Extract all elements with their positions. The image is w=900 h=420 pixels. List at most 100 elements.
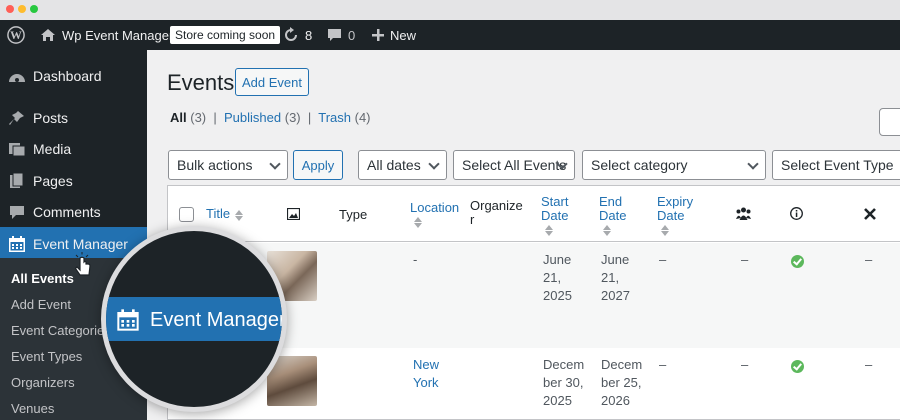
- filter-trash-link[interactable]: Trash: [318, 110, 351, 125]
- search-input[interactable]: [879, 108, 900, 136]
- plus-icon: [372, 29, 384, 41]
- chevron-down-icon: [428, 158, 440, 170]
- filter-separator: |: [209, 110, 221, 125]
- svg-text:W: W: [10, 29, 22, 42]
- sidebar-item-label: Event Manager: [33, 236, 128, 252]
- new-label: New: [390, 27, 417, 43]
- sort-icon: [661, 225, 707, 236]
- add-event-button[interactable]: Add Event: [235, 68, 309, 96]
- event-type-filter-value: Select Event Type: [781, 157, 894, 173]
- submenu-add-event[interactable]: Add Event: [11, 297, 71, 312]
- date-filter-value: All dates: [367, 157, 421, 173]
- wordpress-logo-button[interactable]: W: [7, 20, 25, 50]
- event-type-filter-select[interactable]: Select Event Type: [772, 150, 900, 180]
- home-icon: [41, 29, 55, 41]
- column-expiry-date-header[interactable]: Expiry Date: [657, 195, 707, 236]
- magnifier-label: Event Manager: [150, 309, 286, 331]
- submenu-all-events[interactable]: All Events: [11, 271, 74, 286]
- sidebar-item-label: Media: [33, 141, 72, 157]
- new-content-link[interactable]: New: [372, 20, 416, 50]
- row-start-date-line: 2025: [543, 393, 572, 408]
- filter-all-count: (3): [190, 110, 207, 125]
- sidebar-item-pages[interactable]: Pages: [0, 164, 147, 198]
- updates-count: 8: [305, 27, 313, 43]
- column-start-date-header[interactable]: Start Date: [541, 195, 581, 236]
- row-start-date-line: 21,: [543, 270, 562, 285]
- submenu-organizers[interactable]: Organizers: [11, 375, 75, 390]
- admin-bar: W Wp Event Manager Store coming soon 8 0…: [0, 20, 900, 50]
- sidebar-item-label: Posts: [33, 110, 69, 126]
- row-start-date: June 21, 2025: [543, 251, 572, 305]
- site-name: Wp Event Manager: [62, 27, 174, 43]
- updates-link[interactable]: 8: [283, 20, 312, 50]
- row-expiry-date: –: [659, 357, 667, 372]
- sidebar-item-label: Dashboard: [33, 68, 102, 84]
- table-header: Title Type Location Organize r Start Dat…: [168, 186, 900, 242]
- column-title-header[interactable]: Title: [206, 207, 244, 221]
- row-attendees: –: [741, 357, 749, 372]
- maximize-window-button[interactable]: [30, 5, 38, 13]
- wordpress-icon: W: [7, 26, 25, 44]
- pointer-cursor-icon: [74, 252, 91, 276]
- filter-published-link[interactable]: Published: [224, 110, 281, 125]
- status-filter-links: All (3) | Published (3) | Trash (4): [170, 110, 371, 125]
- row-start-date: Decem ber 30, 2025: [543, 356, 584, 410]
- filter-all-label[interactable]: All: [170, 110, 187, 125]
- window-chrome: [0, 0, 900, 20]
- chevron-down-icon: [747, 158, 759, 170]
- column-location-label: Location: [410, 200, 460, 215]
- image-column-icon: [287, 208, 300, 220]
- submenu-event-categories[interactable]: Event Categories: [11, 323, 111, 338]
- pin-icon: [9, 111, 24, 125]
- sort-icon: [235, 208, 244, 221]
- bulk-actions-select[interactable]: Bulk actions: [168, 150, 288, 180]
- pages-icon: [10, 173, 24, 188]
- dashboard-icon: [9, 74, 25, 82]
- column-end-date-header[interactable]: End Date: [599, 195, 639, 236]
- sidebar-item-dashboard[interactable]: Dashboard: [0, 59, 147, 93]
- comments-count: 0: [348, 27, 356, 43]
- minimize-window-button[interactable]: [18, 5, 26, 13]
- store-badge-link[interactable]: Store coming soon: [170, 20, 281, 50]
- close-icon: [864, 208, 876, 220]
- date-filter-select[interactable]: All dates: [358, 150, 447, 180]
- submenu-event-types[interactable]: Event Types: [11, 349, 82, 364]
- category-filter-value: Select category: [591, 157, 688, 173]
- column-expiry-date-label: Expiry Date: [657, 194, 694, 223]
- status-check-icon: [791, 255, 804, 268]
- sort-icon: [603, 225, 639, 236]
- submenu-venues[interactable]: Venues: [11, 401, 54, 416]
- site-name-link[interactable]: Wp Event Manager: [40, 20, 173, 50]
- row-extra: –: [865, 357, 873, 372]
- row-start-date-line: ber 30,: [543, 375, 584, 390]
- comment-icon: [10, 206, 24, 219]
- store-badge: Store coming soon: [170, 26, 281, 44]
- sidebar-item-comments[interactable]: Comments: [0, 195, 147, 229]
- column-type-header: Type: [339, 207, 368, 222]
- bulk-actions-value: Bulk actions: [177, 157, 253, 173]
- select-all-checkbox[interactable]: [179, 207, 194, 222]
- events-filter-select[interactable]: Select All Events: [453, 150, 575, 180]
- sort-icon: [545, 225, 581, 236]
- filter-separator: |: [304, 110, 315, 125]
- row-end-date-line: 2027: [601, 288, 630, 303]
- apply-button[interactable]: Apply: [293, 150, 343, 180]
- row-end-date: Decem ber 25, 2026: [601, 356, 642, 410]
- sidebar-item-posts[interactable]: Posts: [0, 101, 147, 135]
- events-filter-value: Select All Events: [462, 157, 567, 173]
- sidebar-item-media[interactable]: Media: [0, 132, 147, 166]
- calendar-icon: [9, 236, 25, 252]
- close-window-button[interactable]: [6, 5, 14, 13]
- row-location-link[interactable]: New York: [413, 356, 453, 392]
- calendar-icon: [117, 309, 139, 331]
- comments-link[interactable]: 0: [327, 20, 355, 50]
- row-end-date-line: 21,: [601, 270, 620, 285]
- column-start-date-label: Start Date: [541, 194, 569, 223]
- category-filter-select[interactable]: Select category: [582, 150, 766, 180]
- column-location-header[interactable]: Location: [410, 201, 459, 228]
- row-start-date-line: 2025: [543, 288, 572, 303]
- row-end-date-line: 2026: [601, 393, 630, 408]
- row-extra: –: [865, 252, 873, 267]
- info-icon: [790, 207, 803, 220]
- row-end-date-line: Decem: [601, 357, 643, 372]
